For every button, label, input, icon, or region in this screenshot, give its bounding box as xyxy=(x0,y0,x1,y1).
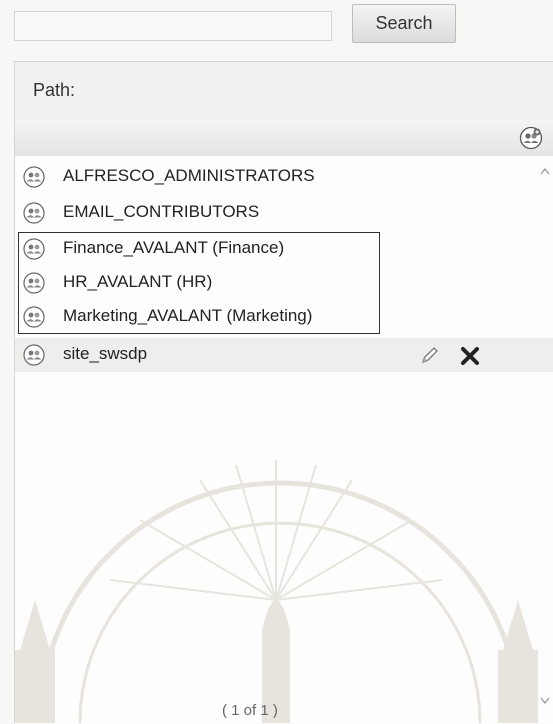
search-input[interactable] xyxy=(14,11,332,41)
group-icon xyxy=(23,238,45,260)
path-label: Path: xyxy=(33,80,76,100)
list-item[interactable]: site_swsdp xyxy=(15,338,553,372)
group-label: ALFRESCO_ADMINISTRATORS xyxy=(63,166,315,185)
list-item[interactable]: Marketing_AVALANT (Marketing) xyxy=(15,300,553,334)
group-label: HR_AVALANT (HR) xyxy=(63,272,213,291)
delete-icon[interactable] xyxy=(458,344,482,368)
list-item[interactable]: HR_AVALANT (HR) xyxy=(15,266,553,300)
groups-toolbar xyxy=(15,120,553,157)
group-label: EMAIL_CONTRIBUTORS xyxy=(63,202,260,221)
list-item[interactable]: Finance_AVALANT (Finance) xyxy=(15,232,553,266)
new-group-icon[interactable] xyxy=(519,126,543,150)
group-label: Finance_AVALANT (Finance) xyxy=(63,238,285,257)
pagination-info: ( 1 of 1 ) xyxy=(222,702,278,719)
group-icon xyxy=(23,344,45,366)
path-bar: Path: xyxy=(15,62,553,121)
edit-icon[interactable] xyxy=(419,344,441,366)
scroll-down-icon[interactable] xyxy=(539,696,551,706)
group-icon xyxy=(23,306,45,328)
groups-panel: Path: ALFRESCO_ADMINISTRATORS EMAIL_CONT… xyxy=(14,61,553,724)
groups-list: ALFRESCO_ADMINISTRATORS EMAIL_CONTRIBUTO… xyxy=(15,156,553,724)
group-icon xyxy=(23,166,45,188)
list-item[interactable]: EMAIL_CONTRIBUTORS xyxy=(15,196,553,230)
scroll-up-icon[interactable] xyxy=(539,166,551,176)
list-item[interactable]: ALFRESCO_ADMINISTRATORS xyxy=(15,160,553,194)
group-label: Marketing_AVALANT (Marketing) xyxy=(63,306,313,325)
group-label: site_swsdp xyxy=(63,344,148,363)
group-icon xyxy=(23,202,45,224)
group-icon xyxy=(23,272,45,294)
list-scrollbar[interactable] xyxy=(535,156,553,724)
search-button[interactable]: Search xyxy=(352,4,456,43)
